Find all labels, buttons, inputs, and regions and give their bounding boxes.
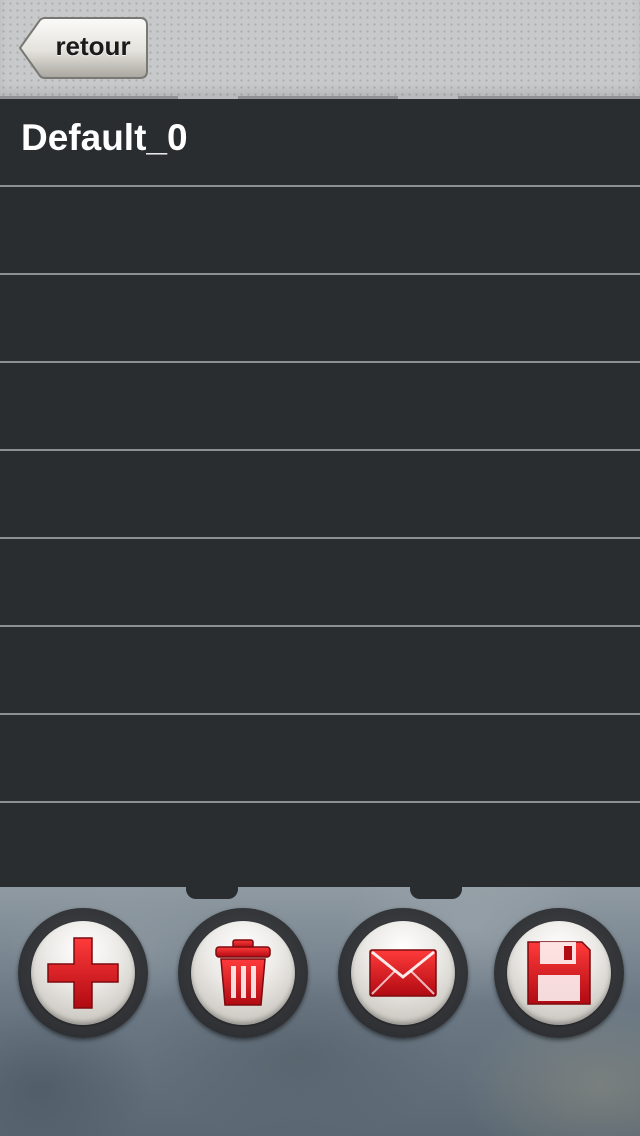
toolbar-notch — [186, 887, 238, 899]
save-button[interactable] — [494, 908, 624, 1038]
list-item[interactable]: Default_0 — [0, 99, 640, 187]
add-button-face — [31, 921, 135, 1025]
email-button[interactable] — [338, 908, 468, 1038]
add-button[interactable] — [18, 908, 148, 1038]
list-item[interactable] — [0, 627, 640, 715]
trash-icon — [215, 939, 271, 1006]
back-button-label: retour — [55, 31, 131, 61]
plus-icon — [47, 937, 119, 1009]
toolbar-notch — [410, 887, 462, 899]
app-screen: retour Default_0 — [0, 0, 640, 1136]
list-item[interactable] — [0, 363, 640, 451]
list-item[interactable] — [0, 275, 640, 363]
list-item[interactable] — [0, 539, 640, 627]
delete-button-face — [191, 921, 295, 1025]
bottom-toolbar — [0, 887, 640, 1136]
save-button-face — [507, 921, 611, 1025]
list-item[interactable] — [0, 187, 640, 275]
mail-icon — [369, 949, 437, 997]
back-button[interactable]: retour — [18, 17, 148, 79]
email-button-face — [351, 921, 455, 1025]
list-item-label: Default_0 — [21, 117, 188, 158]
list-item[interactable] — [0, 451, 640, 539]
delete-button[interactable] — [178, 908, 308, 1038]
top-navigation-bar: retour — [0, 0, 640, 99]
save-icon — [527, 941, 591, 1005]
list-item[interactable] — [0, 803, 640, 889]
item-list: Default_0 — [0, 99, 640, 887]
list-item[interactable] — [0, 715, 640, 803]
